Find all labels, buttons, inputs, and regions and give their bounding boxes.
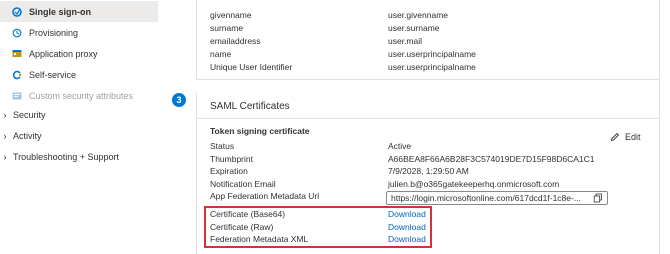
- sidebar-group-label: Troubleshooting + Support: [13, 151, 119, 162]
- copy-icon[interactable]: [593, 193, 603, 203]
- table-row: emailaddress user.mail: [210, 34, 650, 47]
- sidebar-item-label: Custom security attributes: [29, 90, 134, 101]
- sso-icon: [12, 6, 22, 17]
- table-row: Federation Metadata XML Download: [210, 233, 430, 246]
- sidebar-item-self-service[interactable]: Self-service: [0, 64, 158, 85]
- sidebar-group-security[interactable]: › Security: [0, 104, 46, 125]
- cert-value: A66BEA8F66A6B28F3C574019DE7D15F98D6CA1C1: [388, 153, 595, 164]
- attribute-value: user.userprincipalname: [388, 61, 476, 72]
- table-row: surname user.surname: [210, 21, 650, 34]
- cert-key: Expiration: [210, 166, 248, 177]
- table-row: Expiration 7/9/2028, 1:29:50 AM: [210, 165, 650, 178]
- card-border-right: [659, 0, 660, 254]
- card-border-left: [196, 0, 197, 79]
- table-row: Unique User Identifier user.userprincipal…: [210, 60, 650, 73]
- app-proxy-icon: [12, 49, 22, 59]
- download-key: Certificate (Raw): [210, 221, 274, 232]
- metadata-url-field[interactable]: https://login.microsoftonline.com/617dcd…: [386, 191, 608, 205]
- custom-attributes-icon: [12, 91, 22, 101]
- cert-key: Status: [210, 141, 235, 152]
- table-row: givenname user.givenname: [210, 8, 650, 21]
- attribute-name: Unique User Identifier: [210, 61, 293, 72]
- sidebar-item-label: Provisioning: [29, 27, 79, 38]
- cert-value: julien.b@o365gatekeeperhq.onmicrosoft.co…: [388, 178, 560, 189]
- cert-value: 7/9/2028, 1:29:50 AM: [388, 166, 469, 177]
- sidebar-item-provisioning[interactable]: Provisioning: [0, 22, 158, 43]
- downloads-table: Certificate (Base64) Download Certificate…: [210, 208, 430, 246]
- section-divider: [196, 118, 660, 119]
- attributes-table: givenname user.givenname surname user.surn…: [210, 8, 650, 73]
- attribute-name: emailaddress: [210, 35, 261, 46]
- download-link-base64[interactable]: Download: [388, 209, 426, 219]
- section-title: SAML Certificates: [210, 101, 290, 112]
- provisioning-icon: [12, 28, 22, 38]
- table-row: name user.userprincipalname: [210, 47, 650, 60]
- card-border-bottom: [196, 79, 660, 80]
- cert-title: Token signing certificate: [210, 126, 310, 136]
- sidebar-group-label: Security: [13, 109, 46, 120]
- attribute-name: surname: [210, 22, 244, 33]
- sidebar-item-label: Application proxy: [29, 48, 98, 59]
- download-link-metadata-xml[interactable]: Download: [388, 234, 426, 244]
- metadata-url-text: https://login.microsoftonline.com/617dcd…: [391, 193, 581, 203]
- download-key: Federation Metadata XML: [210, 234, 309, 245]
- cert-key: App Federation Metadata Url: [210, 191, 320, 202]
- sidebar: Single sign-on Provisioning Application …: [0, 0, 160, 254]
- download-link-raw[interactable]: Download: [388, 222, 426, 232]
- sidebar-group-troubleshooting[interactable]: › Troubleshooting + Support: [0, 146, 120, 167]
- attribute-value: user.mail: [388, 35, 423, 46]
- cert-key: Thumbprint: [210, 153, 253, 164]
- attribute-name: name: [210, 48, 232, 59]
- table-row: Status Active: [210, 140, 650, 153]
- sidebar-group-activity[interactable]: › Activity: [0, 125, 42, 146]
- sidebar-group-label: Activity: [13, 130, 42, 141]
- attribute-value: user.givenname: [388, 9, 449, 20]
- table-row: Thumbprint A66BEA8F66A6B28F3C574019DE7D15…: [210, 153, 650, 166]
- attribute-value: user.surname: [388, 22, 440, 33]
- sidebar-item-custom-security-attributes: Custom security attributes: [0, 85, 158, 106]
- cert-key: Notification Email: [210, 178, 276, 189]
- sidebar-item-label: Self-service: [29, 69, 77, 80]
- table-row: Notification Email julien.b@o365gatekeepe…: [210, 178, 650, 191]
- attribute-value: user.userprincipalname: [388, 48, 476, 59]
- chevron-right-icon: ›: [3, 130, 7, 141]
- chevron-right-icon: ›: [3, 109, 7, 120]
- self-service-icon: [12, 70, 22, 80]
- sidebar-item-label: Single sign-on: [29, 6, 91, 17]
- table-row: Certificate (Raw) Download: [210, 221, 430, 234]
- sidebar-item-single-sign-on[interactable]: Single sign-on: [0, 1, 158, 22]
- cert-value: Active: [388, 141, 412, 152]
- step-badge: 3: [172, 93, 186, 107]
- download-key: Certificate (Base64): [210, 209, 286, 220]
- table-row: Certificate (Base64) Download: [210, 208, 430, 221]
- sidebar-item-application-proxy[interactable]: Application proxy: [0, 43, 158, 64]
- attribute-name: givenname: [210, 9, 252, 20]
- chevron-right-icon: ›: [3, 151, 7, 162]
